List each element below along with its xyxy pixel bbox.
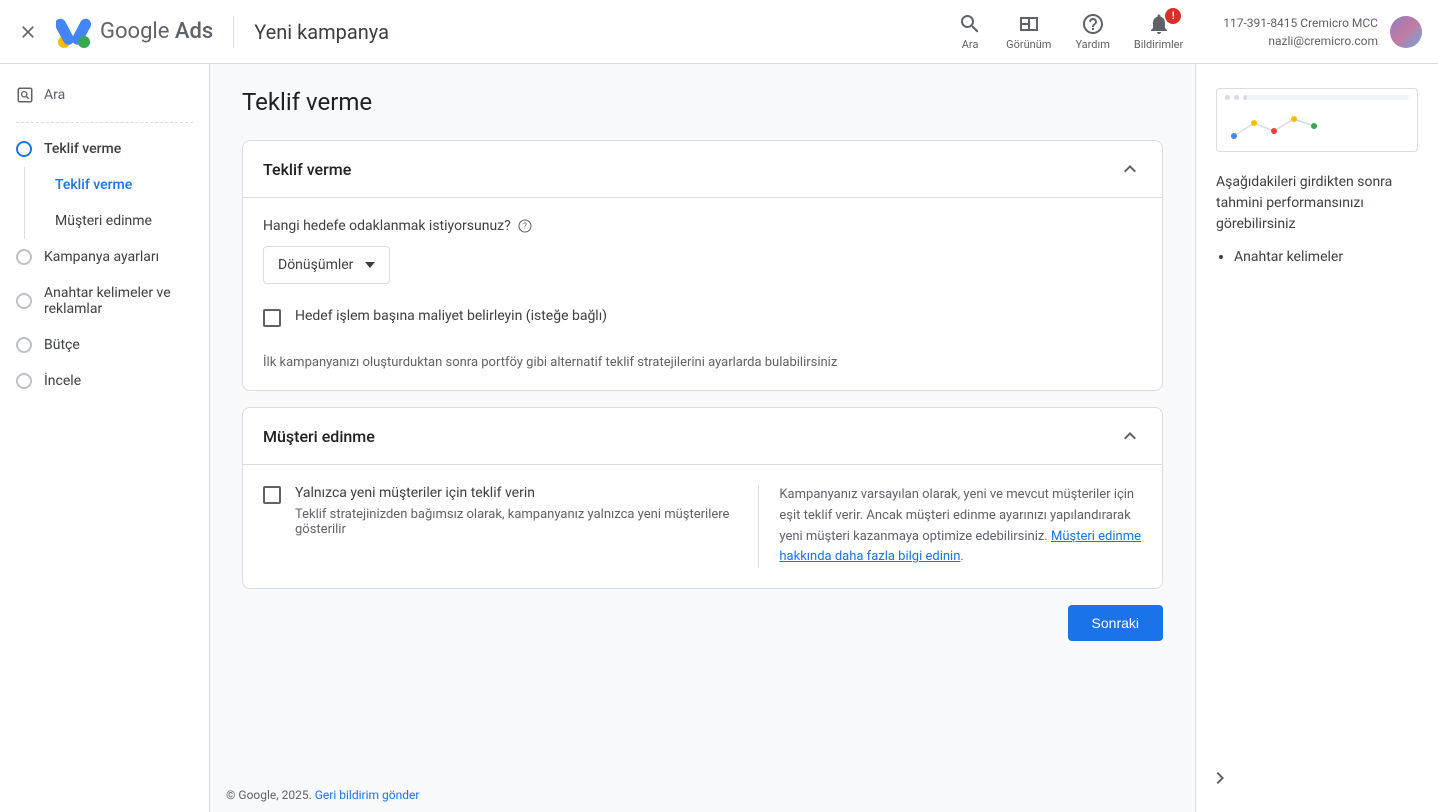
card-customer-acq-header[interactable]: Müşteri edinme bbox=[243, 408, 1162, 465]
footer: © Google, 2025. Geri bildirim gönder bbox=[210, 778, 435, 812]
nav-item-label: Anahtar kelimeler ve reklamlar bbox=[44, 285, 193, 317]
search-icon bbox=[958, 12, 982, 36]
preview-window-bar-icon bbox=[1247, 95, 1409, 100]
layout: Ara Teklif verme Teklif verme Müşteri ed… bbox=[0, 64, 1438, 812]
main: Teklif verme Teklif verme Hangi hedefe o… bbox=[210, 64, 1438, 812]
chevron-right-icon bbox=[1208, 766, 1232, 790]
card-customer-acq: Müşteri edinme Yalnızca yeni müşteriler … bbox=[242, 407, 1163, 589]
card-customer-acq-left: Yalnızca yeni müşteriler için teklif ver… bbox=[263, 485, 734, 568]
help-circle-icon[interactable]: ? bbox=[517, 218, 533, 234]
chevron-up-icon bbox=[1118, 424, 1142, 448]
notification-badge: ! bbox=[1165, 8, 1181, 24]
preview-chart-icon bbox=[1229, 111, 1319, 141]
sidebar-search[interactable]: Ara bbox=[0, 76, 209, 114]
header-divider bbox=[233, 16, 234, 48]
card-bidding-footer-text: İlk kampanyanızı oluşturduktan sonra por… bbox=[263, 355, 1142, 370]
nav-sub-items: Teklif verme Müşteri edinme bbox=[24, 167, 209, 239]
footer-copyright: © Google, 2025. bbox=[226, 788, 315, 802]
nav-item-label: Teklif verme bbox=[44, 141, 121, 157]
next-button[interactable]: Sonraki bbox=[1068, 605, 1163, 641]
step-indicator-icon bbox=[16, 141, 32, 157]
card-bidding: Teklif verme Hangi hedefe odaklanmak ist… bbox=[242, 140, 1163, 391]
header-notifications-label: Bildirimler bbox=[1134, 38, 1183, 51]
svg-text:?: ? bbox=[523, 222, 527, 231]
header-search-label: Ara bbox=[962, 38, 979, 51]
header-search-button[interactable]: Ara bbox=[958, 12, 982, 51]
page-title: Yeni kampanya bbox=[254, 20, 389, 44]
card-bidding-title: Teklif verme bbox=[263, 160, 351, 179]
avatar[interactable] bbox=[1390, 16, 1422, 48]
performance-preview-box bbox=[1216, 88, 1418, 152]
nav-item-label: İncele bbox=[44, 373, 81, 389]
card-customer-acq-title: Müşteri edinme bbox=[263, 427, 375, 446]
chevron-up-icon bbox=[1118, 157, 1142, 181]
new-customers-sublabel: Teklif stratejinizden bağımsız olarak, k… bbox=[295, 507, 734, 537]
nav-item-review[interactable]: İncele bbox=[0, 363, 209, 399]
account-text: 117-391-8415 Cremicro MCC nazli@cremicro… bbox=[1223, 14, 1378, 50]
step-indicator-icon bbox=[16, 293, 32, 309]
nav-item-campaign-settings[interactable]: Kampanya ayarları bbox=[0, 239, 209, 275]
sidebar-search-label: Ara bbox=[44, 87, 65, 103]
panel-bullet-item: Anahtar kelimeler bbox=[1234, 249, 1418, 265]
step-indicator-icon bbox=[16, 249, 32, 265]
focus-select[interactable]: Dönüşümler bbox=[263, 246, 390, 284]
card-bidding-body: Hangi hedefe odaklanmak istiyorsunuz? ? … bbox=[243, 198, 1162, 390]
google-ads-logo-icon bbox=[56, 14, 92, 50]
view-icon bbox=[1017, 12, 1041, 36]
nav-item-keywords-ads[interactable]: Anahtar kelimeler ve reklamlar bbox=[0, 275, 209, 327]
preview-window-dots-icon bbox=[1225, 95, 1248, 100]
nav-item-budget[interactable]: Bütçe bbox=[0, 327, 209, 363]
panel-collapse-button[interactable] bbox=[1206, 764, 1234, 792]
header-actions: Ara Görünüm Yardım ! Bildirimler 117-391… bbox=[958, 12, 1422, 51]
new-customers-label: Yalnızca yeni müşteriler için teklif ver… bbox=[295, 485, 734, 501]
content-title: Teklif verme bbox=[242, 88, 1163, 116]
target-cpa-row: Hedef işlem başına maliyet belirleyin (i… bbox=[263, 308, 1142, 327]
footer-feedback-link[interactable]: Geri bildirim gönder bbox=[315, 788, 420, 802]
account-email: nazli@cremicro.com bbox=[1223, 32, 1378, 50]
target-cpa-checkbox[interactable] bbox=[263, 309, 281, 327]
close-button[interactable] bbox=[16, 20, 40, 44]
card-customer-acq-info: Kampanyanız varsayılan olarak, yeni ve m… bbox=[758, 485, 1142, 568]
sidebar-search-icon bbox=[16, 86, 34, 104]
header-help-label: Yardım bbox=[1075, 38, 1109, 51]
help-icon bbox=[1081, 12, 1105, 36]
close-icon bbox=[18, 22, 38, 42]
nav-item-bidding[interactable]: Teklif verme bbox=[0, 131, 209, 167]
focus-question-label: Hangi hedefe odaklanmak istiyorsunuz? ? bbox=[263, 218, 1142, 234]
focus-select-value: Dönüşümler bbox=[278, 257, 353, 273]
header-view-button[interactable]: Görünüm bbox=[1006, 12, 1051, 51]
account-block[interactable]: 117-391-8415 Cremicro MCC nazli@cremicro… bbox=[1223, 14, 1422, 50]
new-customers-row: Yalnızca yeni müşteriler için teklif ver… bbox=[263, 485, 734, 537]
step-indicator-icon bbox=[16, 337, 32, 353]
content: Teklif verme Teklif verme Hangi hedefe o… bbox=[210, 64, 1196, 812]
actions-row: Sonraki bbox=[242, 605, 1163, 641]
header-help-button[interactable]: Yardım bbox=[1075, 12, 1109, 51]
account-id: 117-391-8415 Cremicro MCC bbox=[1223, 14, 1378, 32]
new-customers-checkbox[interactable] bbox=[263, 486, 281, 504]
sub-item-customer-acq[interactable]: Müşteri edinme bbox=[25, 203, 209, 239]
panel-info-text: Aşağıdakileri girdikten sonra tahmini pe… bbox=[1216, 172, 1418, 235]
card-customer-acq-body: Yalnızca yeni müşteriler için teklif ver… bbox=[243, 465, 1162, 588]
logo-text: Google Ads bbox=[100, 19, 213, 44]
sub-item-bidding[interactable]: Teklif verme bbox=[25, 167, 209, 203]
sidebar-divider bbox=[16, 122, 193, 123]
nav-item-label: Kampanya ayarları bbox=[44, 249, 159, 265]
header-notifications-button[interactable]: ! Bildirimler bbox=[1134, 12, 1183, 51]
card-bidding-header[interactable]: Teklif verme bbox=[243, 141, 1162, 198]
step-indicator-icon bbox=[16, 373, 32, 389]
panel-bullet-list: Anahtar kelimeler bbox=[1216, 249, 1418, 265]
dropdown-icon bbox=[365, 262, 375, 268]
right-panel: Aşağıdakileri girdikten sonra tahmini pe… bbox=[1196, 64, 1438, 812]
logo: Google Ads bbox=[56, 14, 213, 50]
target-cpa-label: Hedef işlem başına maliyet belirleyin (i… bbox=[295, 308, 607, 324]
nav-item-label: Bütçe bbox=[44, 337, 80, 353]
header-view-label: Görünüm bbox=[1006, 38, 1051, 51]
sidebar: Ara Teklif verme Teklif verme Müşteri ed… bbox=[0, 64, 210, 812]
app-header: Google Ads Yeni kampanya Ara Görünüm Yar… bbox=[0, 0, 1438, 64]
